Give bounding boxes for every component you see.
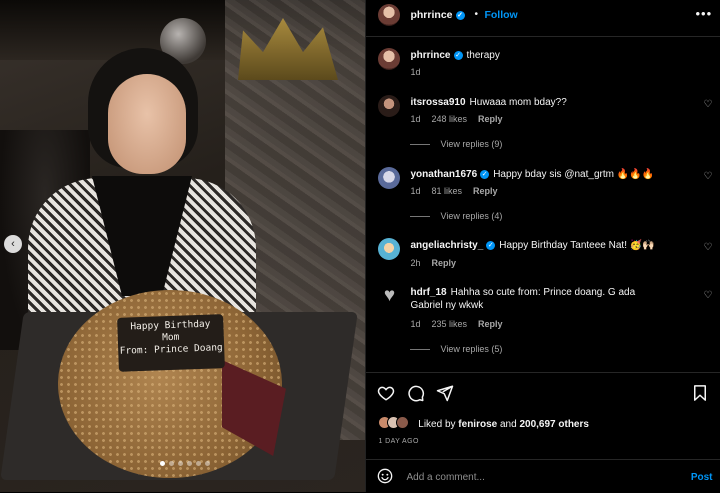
likes-user[interactable]: fenirose	[458, 419, 497, 430]
post-header: phrrince ✓ • Follow •••	[366, 0, 720, 37]
reply-button[interactable]: Reply	[432, 258, 457, 268]
likes-count[interactable]: 200,697 others	[519, 419, 589, 430]
author-avatar[interactable]	[378, 4, 401, 26]
caption-username[interactable]: phrrince	[410, 50, 450, 61]
add-comment-input[interactable]: Add a comment...	[406, 472, 484, 483]
comment-username[interactable]: yonathan1676	[410, 169, 477, 180]
commenter-avatar[interactable]	[378, 167, 401, 189]
post-side-panel: phrrince ✓ • Follow ••• phrrince ✓ therapy …	[365, 0, 720, 492]
verified-icon: ✓	[486, 241, 496, 250]
commenter-avatar[interactable]	[378, 238, 401, 260]
comment-text: Happy bday sis @nat_grtm 🔥🔥🔥	[493, 169, 655, 180]
likes-mid: and	[499, 419, 517, 430]
comment-likes[interactable]: 235 likes	[432, 319, 468, 329]
comment: yonathan1676 ✓ Happy bday sis @nat_grtm 🔥🔥…	[410, 168, 654, 181]
comment-like-icon[interactable]: ♡	[703, 99, 712, 110]
likes-prefix: Liked by	[418, 419, 456, 430]
carousel-dots	[160, 461, 210, 466]
comment-meta: 1d 235 likes Reply	[410, 319, 513, 329]
comment-time: 1d	[410, 114, 421, 124]
previous-photo-button[interactable]: ‹	[4, 235, 22, 253]
add-comment-bar: Add a comment... Post	[366, 459, 720, 493]
comment-username[interactable]: angeliachristy_	[410, 240, 483, 251]
emoji-icon[interactable]	[377, 468, 393, 484]
author-username[interactable]: phrrince ✓	[410, 9, 465, 21]
follow-button[interactable]: Follow	[484, 9, 517, 21]
cake-plaque: Happy Birthday Mom From: Prince Doang	[117, 314, 225, 372]
comment-likes[interactable]: 248 likes	[432, 114, 468, 124]
reply-button[interactable]: Reply	[478, 114, 503, 124]
comment-time: 1d	[410, 186, 421, 196]
liker-avatar	[396, 416, 410, 429]
heart-icon[interactable]	[377, 384, 395, 402]
post-actions-bar	[366, 372, 720, 402]
comment-like-icon[interactable]: ♡	[703, 242, 712, 253]
reply-button[interactable]: Reply	[473, 186, 498, 196]
verified-icon: ✓	[455, 11, 465, 20]
reply-button[interactable]: Reply	[478, 319, 503, 329]
comment-like-icon[interactable]: ♡	[703, 290, 712, 301]
comment-likes[interactable]: 81 likes	[432, 186, 463, 196]
comment: angeliachristy_ ✓ Happy Birthday Tanteee N…	[410, 239, 654, 252]
carousel-dot	[160, 461, 165, 466]
comment-text: Huwaaa mom bday??	[469, 97, 567, 108]
instagram-post-modal: Happy Birthday Mom From: Prince Doang ‹ …	[0, 0, 720, 492]
comment-meta: 2h Reply	[410, 258, 467, 268]
comment-time: 2h	[410, 258, 421, 268]
verified-icon: ✓	[480, 170, 490, 179]
comment-username[interactable]: hdrf_18	[410, 287, 446, 298]
comment-text: Happy Birthday Tanteee Nat! 🥳🙌🏻	[499, 240, 655, 251]
comment: hdrf_18 Hahha so cute from: Prince doang.…	[410, 286, 660, 312]
comment-meta: 1d 81 likes Reply	[410, 186, 508, 196]
photo-woman-face	[108, 74, 186, 174]
carousel-dot	[205, 461, 210, 466]
carousel-dot	[187, 461, 192, 466]
share-icon[interactable]	[436, 384, 454, 402]
post-comment-button[interactable]: Post	[691, 472, 713, 483]
carousel-dot	[178, 461, 183, 466]
carousel-dot	[196, 461, 201, 466]
post-photo[interactable]: Happy Birthday Mom From: Prince Doang ‹	[0, 0, 366, 492]
bookmark-icon[interactable]	[691, 384, 709, 402]
view-replies-button[interactable]: View replies (9)	[410, 139, 502, 149]
commenter-avatar-heart-icon[interactable]: ♥	[378, 285, 400, 307]
separator-dot: •	[474, 9, 478, 20]
comment-time: 1d	[410, 319, 421, 329]
verified-icon: ✓	[453, 51, 463, 60]
plaque-line-3: From: Prince Doang	[119, 342, 223, 357]
likes-summary[interactable]: Liked by fenirose and 200,697 others	[378, 416, 589, 430]
post-timestamp: 1 DAY AGO	[378, 438, 419, 445]
comment-like-icon[interactable]: ♡	[703, 171, 712, 182]
view-replies-button[interactable]: View replies (4)	[410, 211, 502, 221]
caption: phrrince ✓ therapy	[410, 49, 499, 62]
caption-time: 1d	[410, 67, 421, 77]
comment: itsrossa910 Huwaaa mom bday??	[410, 96, 566, 109]
comment-icon[interactable]	[407, 384, 425, 402]
more-options-icon[interactable]: •••	[695, 6, 712, 21]
comment-username[interactable]: itsrossa910	[410, 97, 465, 108]
caption-text: therapy	[466, 50, 500, 61]
view-replies-button[interactable]: View replies (5)	[410, 344, 502, 354]
carousel-dot	[169, 461, 174, 466]
commenter-avatar[interactable]	[378, 95, 401, 117]
caption-avatar[interactable]	[378, 48, 401, 70]
comment-meta: 1d 248 likes Reply	[410, 114, 513, 124]
